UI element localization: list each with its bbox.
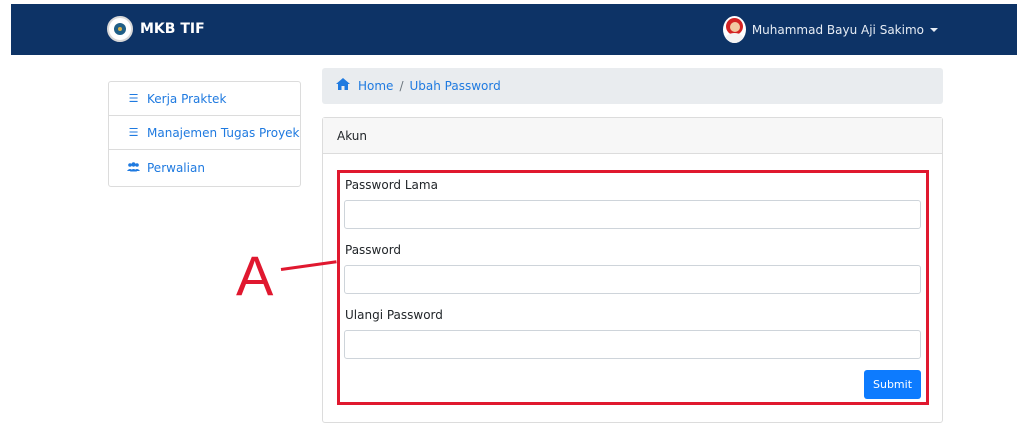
home-icon[interactable]	[336, 78, 350, 94]
sidebar-item-perwalian[interactable]: Perwalian	[109, 150, 300, 186]
annotation-label: A	[236, 244, 274, 307]
avatar	[722, 16, 746, 43]
sidebar: ☰ Kerja Praktek ☰ Manajemen Tugas Proyek…	[108, 81, 301, 187]
brand-title: MKB TIF	[140, 21, 205, 37]
tasks-icon: ☰	[128, 92, 139, 105]
university-logo-icon	[107, 16, 133, 42]
breadcrumb-separator: /	[399, 79, 404, 93]
top-navbar: MKB TIF Muhammad Bayu Aji Sakimo	[11, 4, 1017, 55]
sidebar-item-kerja-praktek[interactable]: ☰ Kerja Praktek	[109, 82, 300, 116]
tasks-icon: ☰	[128, 126, 139, 139]
sidebar-item-label: Manajemen Tugas Proyek	[147, 125, 300, 140]
card-title: Akun	[337, 128, 367, 143]
sidebar-item-manajemen-tugas-proyek[interactable]: ☰ Manajemen Tugas Proyek	[109, 116, 300, 150]
users-icon	[127, 161, 140, 175]
user-menu-dropdown[interactable]: Muhammad Bayu Aji Sakimo	[722, 16, 938, 43]
caret-down-icon	[930, 27, 938, 32]
card-header: Akun	[323, 118, 942, 154]
annotation-highlight-box	[337, 170, 929, 405]
user-name: Muhammad Bayu Aji Sakimo	[751, 22, 924, 37]
sidebar-item-label: Perwalian	[147, 161, 205, 175]
breadcrumb-home-link[interactable]: Home	[358, 79, 393, 93]
breadcrumb: Home / Ubah Password	[322, 68, 943, 104]
sidebar-item-label: Kerja Praktek	[147, 91, 227, 106]
breadcrumb-current: Ubah Password	[409, 79, 501, 93]
brand[interactable]: MKB TIF	[107, 16, 205, 42]
